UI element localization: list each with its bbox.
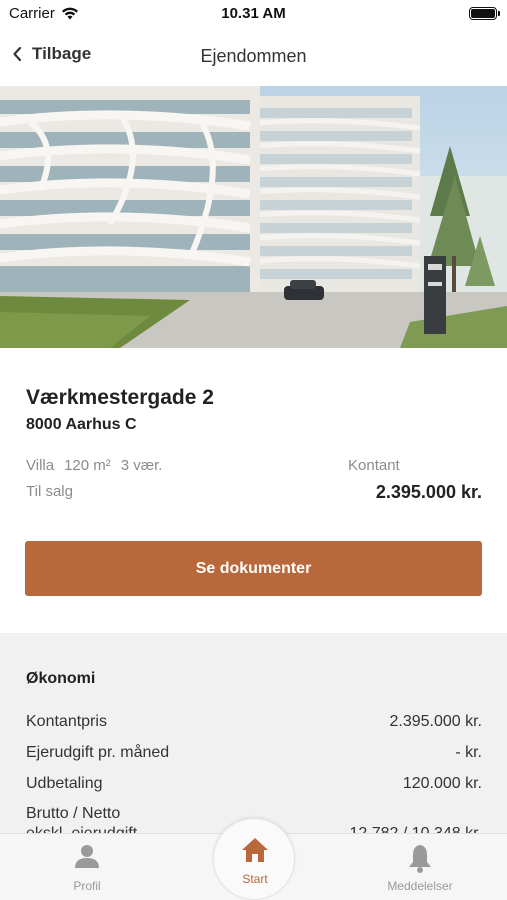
see-documents-button[interactable]: Se dokumenter [25,541,482,596]
person-icon [75,845,99,868]
price-value: 2.395.000 kr. [375,482,482,502]
economy-section: Økonomi Kontantpris 2.395.000 kr. Ejerud… [0,633,507,833]
property-type: Villa [26,457,55,474]
economy-title: Økonomi [26,670,96,687]
property-status: Til salg [26,483,73,500]
economy-row-label: Ejerudgift pr. måned [26,744,170,761]
page-title: Ejendommen [200,46,307,66]
status-bar: Carrier 10.31 AM [0,0,507,30]
economy-row-value: 2.395.000 kr. [389,713,482,730]
economy-row-label: Kontantpris [26,713,107,730]
economy-row-value: 12.782 / 10.348 kr. [349,825,482,833]
economy-row-sublabel: ekskl. ejerudgift [26,825,137,833]
tab-meddelelser-label: Meddelelser [387,879,453,893]
property-photo [0,86,507,348]
property-area: 120 m² [64,457,111,474]
navigation-bar: Tilbage Ejendommen [0,30,507,84]
property-rooms: 3 vær. [120,457,163,474]
economy-row-value: - kr. [455,744,482,761]
property-street: Værkmestergade 2 [26,386,214,409]
tab-meddelelser[interactable]: Meddelelser [360,834,480,900]
home-icon [242,838,268,862]
tab-start-label: Start [242,872,268,886]
economy-row-label: Brutto / Netto [26,805,121,822]
tab-start[interactable]: Start [213,818,295,900]
tab-profil[interactable]: Profil [27,834,147,900]
battery-icon [469,7,500,20]
property-meta: Villa 120 m² 3 vær. [26,457,172,474]
property-city: 8000 Aarhus C [26,416,137,433]
tab-profil-label: Profil [73,879,101,893]
property-info: Værkmestergade 2 8000 Aarhus C Villa 120 … [0,348,507,633]
price-label: Kontant [348,457,400,474]
building-photo [0,86,507,348]
clock: 10.31 AM [221,5,286,22]
economy-row-value: 120.000 kr. [402,775,482,792]
bell-icon [409,845,431,873]
economy-row-label: Udbetaling [26,775,103,792]
